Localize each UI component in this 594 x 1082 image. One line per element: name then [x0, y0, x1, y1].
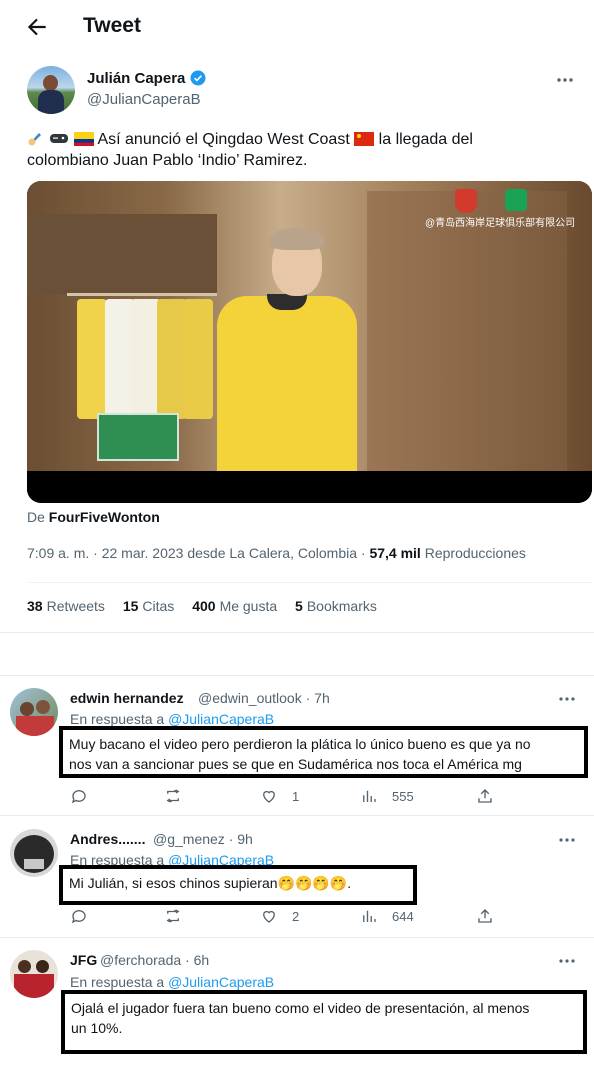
verified-badge-icon — [190, 70, 206, 86]
reply-author-handle: @edwin_outlook · 7h — [198, 690, 330, 706]
retweet-icon — [166, 789, 180, 803]
avatar[interactable] — [27, 66, 75, 114]
reply-author-name[interactable]: Andres....... — [70, 831, 145, 847]
tweet-text-line2: colombiano Juan Pablo ‘Indio’ Ramirez. — [27, 152, 308, 169]
views-count: 57,4 mil — [369, 545, 421, 561]
like-count: 1 — [292, 788, 300, 804]
reply-author-name[interactable]: edwin hernandez — [70, 690, 184, 706]
analytics-icon — [363, 910, 376, 922]
source-link[interactable]: FourFiveWonton — [49, 509, 160, 525]
more-options-icon[interactable] — [557, 689, 577, 709]
video-source: De FourFiveWonton — [27, 509, 160, 525]
china-flag-icon — [354, 132, 375, 146]
colombia-flag-icon — [73, 132, 94, 146]
share-button[interactable] — [476, 906, 494, 926]
video-watermark: @青岛西海岸足球俱乐部有限公司 — [425, 218, 576, 229]
heart-icon — [263, 910, 275, 923]
divider — [0, 937, 594, 938]
more-options-icon[interactable] — [557, 951, 577, 971]
reply-author-handle: @ferchorada · 6h — [100, 952, 210, 968]
tweet-text-part1: Así anunció el Qingdao West Coast — [97, 131, 350, 148]
reply-item[interactable]: edwin hernandez @edwin_outlook · 7h En r… — [0, 688, 594, 808]
share-button[interactable] — [476, 786, 494, 806]
reply-button[interactable] — [70, 786, 88, 806]
writing-hand-icon — [28, 133, 41, 146]
page-title: Tweet — [83, 14, 141, 37]
views-button[interactable]: 555 — [360, 786, 414, 806]
divider — [0, 632, 594, 633]
heart-icon — [263, 790, 275, 803]
video-letterbox — [27, 471, 592, 503]
divider — [27, 582, 592, 583]
author-handle[interactable]: @JulianCaperaB — [87, 91, 201, 108]
retweet-button[interactable] — [164, 786, 182, 806]
share-icon — [478, 789, 492, 803]
reply-text: Ojalá el jugador fuera tan bueno como el… — [61, 990, 587, 1054]
author-name[interactable]: Julián Capera — [87, 70, 185, 87]
tweet-date[interactable]: 22 mar. 2023 — [102, 545, 184, 561]
bookmarks-stat[interactable]: 5 Bookmarks — [295, 598, 377, 614]
quotes-stat[interactable]: 15 Citas — [123, 598, 174, 614]
like-count: 2 — [292, 908, 300, 924]
game-controller-icon — [50, 134, 69, 143]
divider — [0, 675, 594, 676]
like-button[interactable]: 2 — [260, 906, 299, 926]
reply-item[interactable]: Andres....... @g_menez · 9h En respuesta… — [0, 829, 594, 929]
more-options-icon[interactable] — [555, 70, 575, 90]
divider — [0, 815, 594, 816]
reply-author-handle: @g_menez · 9h — [153, 831, 253, 847]
tweet-video[interactable]: @青岛西海岸足球俱乐部有限公司 — [27, 181, 592, 503]
retweets-stat[interactable]: 38 Retweets — [27, 598, 105, 614]
arrow-left-icon[interactable] — [24, 14, 50, 40]
in-reply-to: En respuesta a @JulianCaperaB — [70, 974, 275, 990]
more-options-icon[interactable] — [557, 830, 577, 850]
club-crest-icon — [455, 189, 477, 213]
retweet-button[interactable] — [164, 906, 182, 926]
views-label: Reproducciones — [424, 545, 526, 561]
club-logo-icon — [505, 189, 527, 211]
comment-icon — [71, 910, 86, 924]
share-icon — [478, 909, 492, 923]
comment-icon — [71, 790, 86, 804]
views-count: 555 — [392, 788, 414, 804]
avatar[interactable] — [10, 829, 58, 877]
like-button[interactable]: 1 — [260, 786, 299, 806]
video-frame: @青岛西海岸足球俱乐部有限公司 — [27, 181, 592, 471]
reply-author-name[interactable]: JFG — [70, 952, 97, 968]
reply-text: Mi Julián, si esos chinos supieran🤭🤭🤭🤭. — [59, 865, 417, 905]
reply-actions: 1 555 — [70, 786, 500, 806]
retweet-icon — [166, 909, 180, 923]
tweet-location: desde La Calera, Colombia — [187, 545, 357, 561]
tweet-author: Julián Capera @JulianCaperaB — [27, 66, 575, 116]
likes-stat[interactable]: 400 Me gusta — [192, 598, 277, 614]
avatar[interactable] — [10, 688, 58, 736]
tweet-stats: 38 Retweets 15 Citas 400 Me gusta 5 Bookmark… — [27, 598, 391, 614]
in-reply-to: En respuesta a @JulianCaperaB — [70, 711, 275, 727]
views-button[interactable]: 644 — [360, 906, 414, 926]
analytics-icon — [363, 790, 376, 802]
tweet-text: Así anunció el Qingdao West Coast la lle… — [27, 129, 575, 171]
tweet-text-part2: la llegada del — [378, 131, 473, 148]
reply-item[interactable]: JFG @ferchorada · 6h En respuesta a @Jul… — [0, 950, 594, 1060]
reply-actions: 2 644 — [70, 906, 500, 926]
views-count: 644 — [392, 908, 414, 924]
top-bar: Tweet — [0, 0, 594, 54]
reply-button[interactable] — [70, 906, 88, 926]
tweet-meta: 7:09 a. m. · 22 mar. 2023 desde La Caler… — [27, 545, 526, 561]
avatar[interactable] — [10, 950, 58, 998]
tweet-time[interactable]: 7:09 a. m. — [27, 545, 89, 561]
reply-text: Muy bacano el video pero perdieron la pl… — [59, 726, 588, 778]
